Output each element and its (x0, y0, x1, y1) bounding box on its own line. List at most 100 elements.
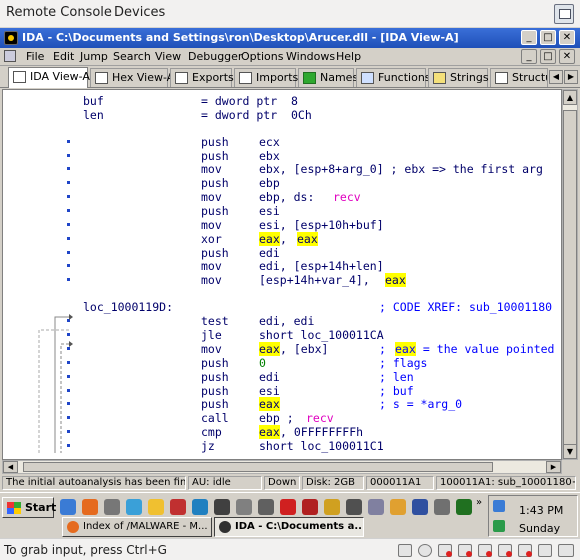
start-button[interactable]: Start (2, 497, 56, 518)
menu-debugger[interactable]: Debugger (188, 50, 242, 63)
bug-icon[interactable] (280, 499, 296, 515)
branch-arrows-icon (38, 314, 73, 453)
scroll-left-icon[interactable]: ◀ (3, 461, 18, 473)
tab-strings[interactable]: Strings (428, 68, 489, 87)
tab-scroll-left-icon[interactable]: ◀ (549, 70, 563, 84)
vertical-scrollbar[interactable]: ▲ ▼ (562, 89, 578, 460)
keyboard-icon[interactable] (558, 544, 574, 557)
network-tool-icon[interactable] (258, 499, 274, 515)
menu-search[interactable]: Search (113, 50, 151, 63)
tab-structures[interactable]: Structu (490, 68, 548, 87)
menu-remote-console[interactable]: Remote Console (6, 5, 112, 20)
minimize-button[interactable]: _ (521, 30, 537, 45)
code-row: xor eax, eax (201, 232, 318, 246)
mdi-restore-button[interactable]: □ (540, 49, 556, 64)
status-address: 000011A1 (366, 476, 434, 490)
winzip-icon[interactable] (104, 499, 120, 515)
tab-imports[interactable]: Imports (234, 68, 298, 87)
usb-icon[interactable] (498, 544, 512, 557)
menu-windows[interactable]: Windows (286, 50, 335, 63)
tab-functions[interactable]: Functions (356, 68, 431, 87)
hex-editor-icon[interactable] (324, 499, 340, 515)
audio-icon[interactable] (518, 544, 532, 557)
windows-taskbar: Start » Index of /MALWARE - M... IDA - C… (0, 492, 580, 538)
scroll-up-icon[interactable]: ▲ (563, 90, 577, 105)
code-marker-dot (67, 181, 70, 184)
code-marker-dot (67, 264, 70, 267)
code-row: push ecx (201, 135, 280, 149)
menu-file[interactable]: File (26, 50, 44, 63)
cd-icon[interactable] (418, 544, 432, 557)
network-adapter-icon[interactable] (478, 544, 492, 557)
code-row: mov [esp+14h+var_4], eax (201, 273, 406, 287)
scroll-down-icon[interactable]: ▼ (563, 444, 577, 459)
terminal-icon[interactable] (236, 499, 252, 515)
exports-icon (175, 72, 188, 84)
scroll-right-icon[interactable]: ▶ (546, 461, 561, 473)
stack-var-row: len = dword ptr 0Ch (83, 108, 312, 122)
tab-exports[interactable]: Exports (170, 68, 234, 87)
magnifier-icon[interactable] (368, 499, 384, 515)
menu-view[interactable]: View (155, 50, 181, 63)
quicklaunch-expand-icon[interactable]: » (476, 497, 486, 509)
ie-icon[interactable] (60, 499, 76, 515)
network-tray-icon[interactable] (493, 500, 505, 512)
code-row: cmp eax, 0FFFFFFFFh (201, 425, 364, 439)
menu-help[interactable]: Help (336, 50, 361, 63)
code-row: push edi; len (201, 370, 414, 384)
folder-icon[interactable] (148, 499, 164, 515)
mdi-doc-icon[interactable] (4, 50, 16, 62)
horizontal-scrollbar[interactable]: ◀ ▶ (2, 460, 562, 474)
spider-icon[interactable] (302, 499, 318, 515)
scroll-thumb[interactable] (563, 110, 577, 450)
diff-icon[interactable] (412, 499, 428, 515)
floppy-icon[interactable] (438, 544, 452, 557)
grab-input-hint: To grab input, press Ctrl+G (4, 543, 167, 557)
ida-menubar: File Edit Jump Search View Debugger Opti… (0, 48, 580, 66)
ida-title-bar: IDA - C:\Documents and Settings\ron\Desk… (0, 28, 580, 48)
firefox-icon[interactable] (82, 499, 98, 515)
code-row-selected: mov eax, [ebx]; eax = the value pointed (201, 342, 555, 356)
tab-scroll-right-icon[interactable]: ▶ (564, 70, 578, 84)
tab-names[interactable]: Names (298, 68, 358, 87)
imports-icon (239, 72, 252, 84)
tab-ida-view-a[interactable]: IDA View-A (8, 67, 90, 88)
close-button[interactable]: ✕ (559, 30, 575, 45)
ida-view-icon (13, 71, 26, 83)
monitor-icon[interactable] (192, 499, 208, 515)
menu-devices[interactable]: Devices (114, 5, 165, 20)
menu-options[interactable]: Options (241, 50, 283, 63)
view-tabs: IDA View-A Hex View-A Exports Imports Na… (0, 66, 580, 88)
hdd-icon[interactable] (458, 544, 472, 557)
debugger-icon[interactable] (170, 499, 186, 515)
ida-icon[interactable] (214, 499, 230, 515)
menu-edit[interactable]: Edit (53, 50, 74, 63)
code-marker-dot (67, 278, 70, 281)
shared-folder-icon[interactable] (538, 544, 552, 557)
mdi-minimize-button[interactable]: _ (521, 49, 537, 64)
functions-icon (361, 72, 374, 84)
tray-app-icon[interactable] (493, 520, 505, 532)
menu-jump[interactable]: Jump (80, 50, 108, 63)
code-marker-dot (67, 223, 70, 226)
fullscreen-icon[interactable] (554, 4, 574, 24)
wave-icon[interactable] (390, 499, 406, 515)
display-icon[interactable] (398, 544, 412, 557)
shell-icon[interactable] (346, 499, 362, 515)
horizontal-scroll-thumb[interactable] (23, 462, 493, 472)
tab-hex-view-a[interactable]: Hex View-A (90, 68, 174, 87)
tool-icon[interactable] (126, 499, 142, 515)
remote-console-menubar: Remote Console Devices (0, 0, 580, 28)
status-location: 100011A1: sub_10001180+ (436, 476, 576, 490)
task-ida[interactable]: IDA - C:\Documents a... (214, 517, 364, 537)
task-firefox-malware[interactable]: Index of /MALWARE - M... (62, 517, 212, 537)
disassembly-view[interactable]: buf = dword ptr 8 len = dword ptr 0Ch push… (2, 89, 562, 460)
code-row: push 0; flags (201, 356, 428, 370)
status-message: The initial autoanalysis has been finish… (2, 476, 186, 490)
clock[interactable]: 1:43 PM (519, 504, 563, 517)
maximize-button[interactable]: □ (540, 30, 556, 45)
log-icon[interactable] (456, 499, 472, 515)
mdi-close-button[interactable]: ✕ (559, 49, 575, 64)
settings-icon[interactable] (434, 499, 450, 515)
hex-view-icon (95, 72, 108, 84)
